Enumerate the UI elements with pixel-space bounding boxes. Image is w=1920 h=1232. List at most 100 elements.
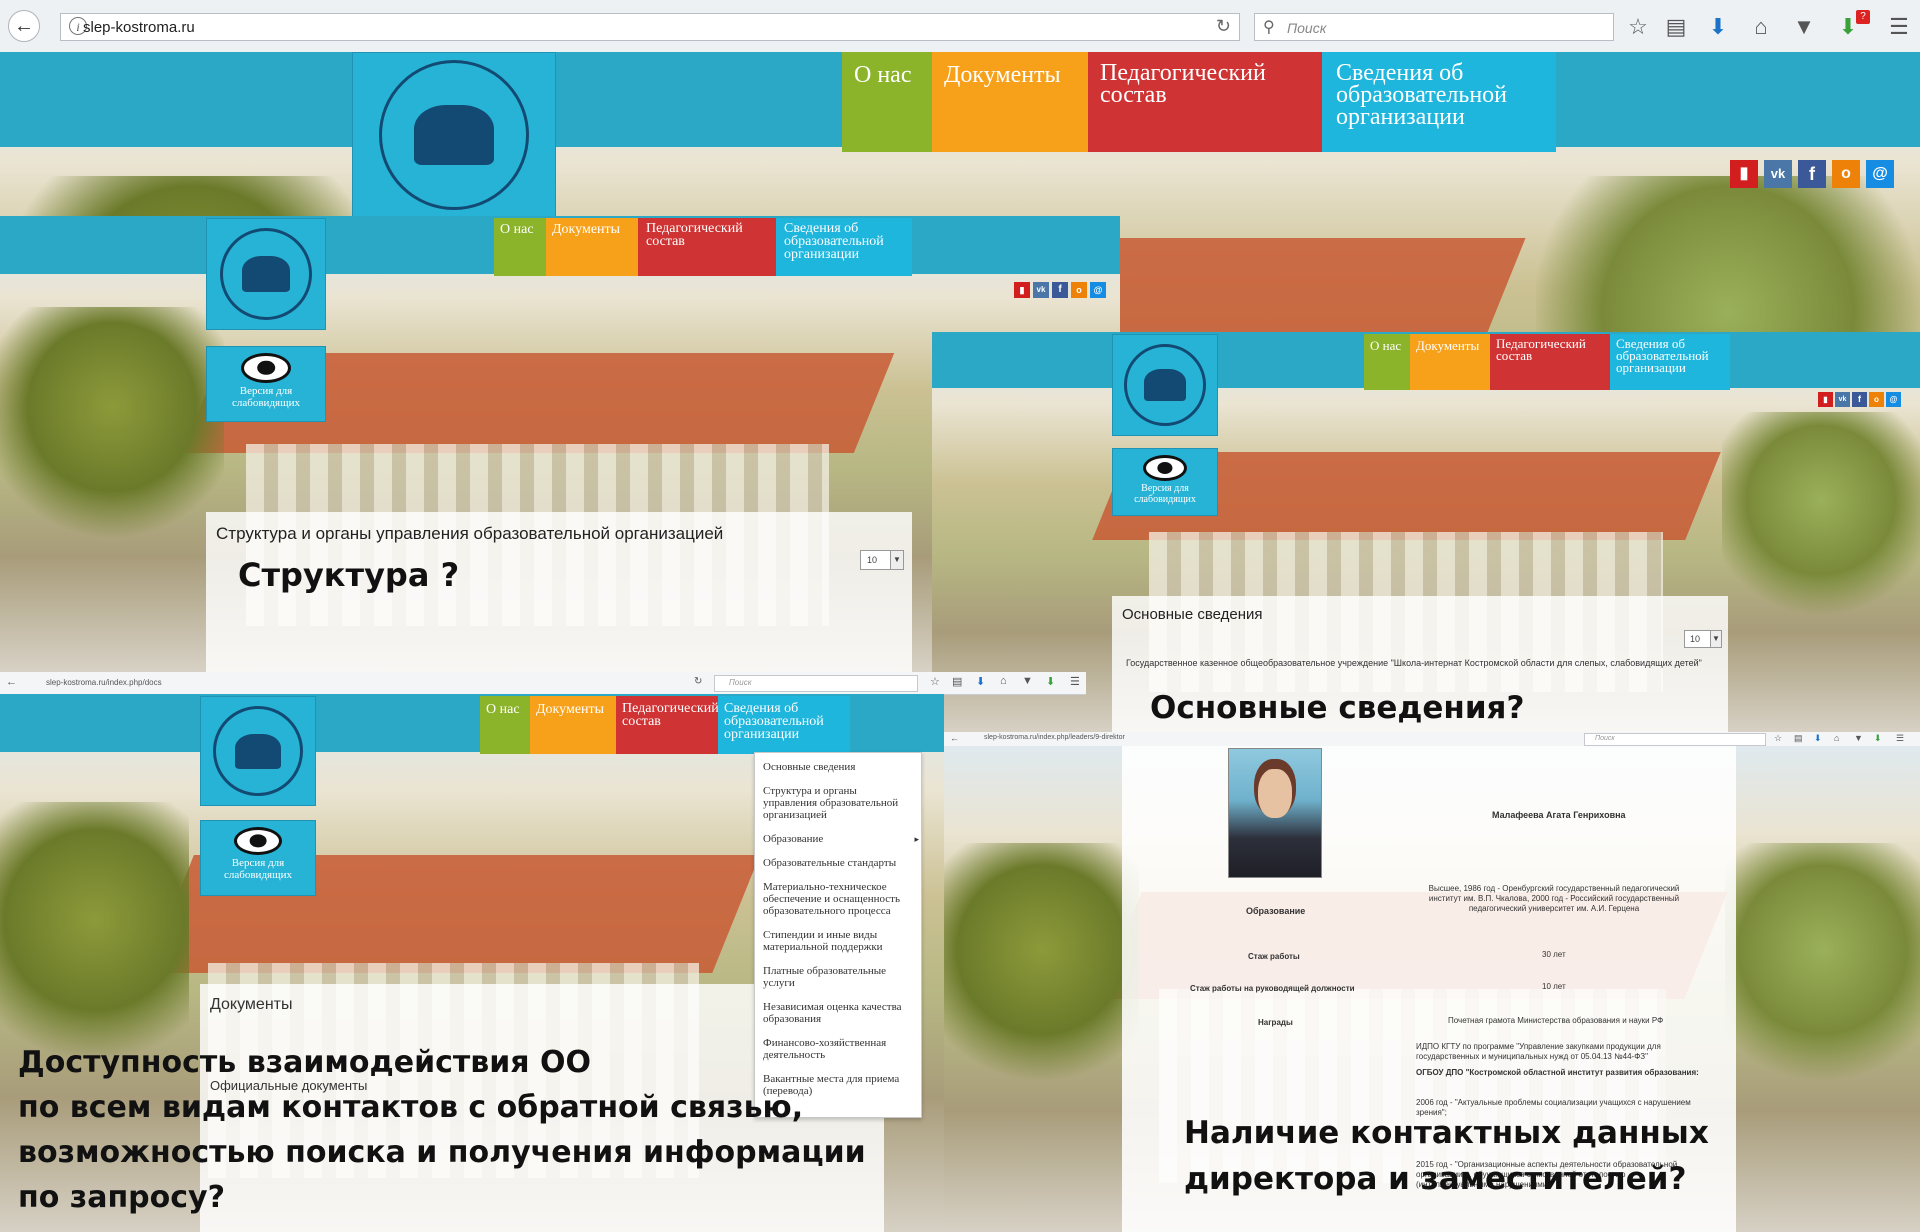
select-value: 10	[867, 555, 878, 565]
bookmark-star-icon[interactable]: ☆	[1774, 733, 1782, 744]
basic-school-logo[interactable]	[1112, 334, 1218, 436]
nav-documents[interactable]: Документы	[530, 696, 616, 754]
bookmark-star-icon[interactable]: ☆	[930, 675, 940, 688]
eye-icon	[1143, 455, 1187, 481]
vk-icon[interactable]: vk	[1835, 392, 1850, 407]
docs-url: slep-kostroma.ru/index.php/docs	[46, 678, 162, 687]
library-icon[interactable]: ▤	[1662, 14, 1690, 40]
odnoklassniki-icon[interactable]: о	[1071, 282, 1087, 298]
pocket-icon[interactable]: ▼	[1790, 14, 1818, 40]
nav-info[interactable]: Сведения об образовательной организации	[1610, 334, 1730, 390]
nav-documents[interactable]: Документы	[932, 52, 1088, 152]
download-icon[interactable]: ⬇	[1814, 733, 1822, 744]
menu-icon[interactable]: ☰	[1885, 14, 1913, 40]
nav-staff[interactable]: Педагогический состав	[1088, 52, 1322, 152]
menu-icon[interactable]: ☰	[1070, 675, 1080, 688]
bookmark-share-icon[interactable]: ▮	[1730, 160, 1758, 188]
odnoklassniki-icon[interactable]: о	[1869, 392, 1884, 407]
trees-right	[1724, 843, 1920, 1111]
trees-right	[1722, 412, 1920, 632]
mailru-icon[interactable]: @	[1090, 282, 1106, 298]
nav-info[interactable]: Сведения об образовательной организации	[776, 218, 912, 276]
nav-about[interactable]: О нас	[1364, 334, 1410, 390]
library-icon[interactable]: ▤	[952, 675, 962, 688]
facebook-icon[interactable]: f	[1798, 160, 1826, 188]
director-url: slep-kostroma.ru/index.php/leaders/9-dir…	[984, 734, 1125, 741]
docs-heading: Документы	[210, 996, 293, 1013]
vk-icon[interactable]: vk	[1764, 160, 1792, 188]
menu-item[interactable]: Образовательные стандарты	[755, 857, 921, 869]
bookmark-star-icon[interactable]: ☆	[1624, 14, 1652, 40]
back-icon[interactable]: ←	[6, 676, 17, 688]
structure-limit-select[interactable]: 10 ▼	[860, 550, 904, 570]
director-browser-bar: ← slep-kostroma.ru/index.php/leaders/9-d…	[944, 732, 1920, 747]
menu-item[interactable]: Основные сведения	[755, 761, 921, 773]
search-placeholder: Поиск	[1287, 20, 1327, 36]
school-logo[interactable]	[352, 52, 556, 217]
facebook-icon[interactable]: f	[1052, 282, 1068, 298]
extension-icon[interactable]: ⬇	[1046, 675, 1055, 688]
reload-icon[interactable]: ↻	[694, 676, 702, 687]
nav-about[interactable]: О нас	[480, 696, 530, 754]
chevron-down-icon: ▼	[1710, 631, 1721, 647]
nav-about[interactable]: О нас	[842, 52, 932, 152]
vk-icon[interactable]: vk	[1033, 282, 1049, 298]
bookmark-share-icon[interactable]: ▮	[1014, 282, 1030, 298]
experience-label: Стаж работы	[1248, 952, 1300, 961]
bookmark-share-icon[interactable]: ▮	[1818, 392, 1833, 407]
awards-label: Награды	[1258, 1018, 1293, 1027]
basic-low-vision-button[interactable]: Версия для слабовидящих	[1112, 448, 1218, 516]
back-button[interactable]: ←	[8, 10, 40, 42]
menu-item[interactable]: Образование ▸	[755, 833, 921, 845]
download-icon[interactable]: ⬇	[976, 675, 985, 688]
library-icon[interactable]: ▤	[1794, 733, 1803, 744]
reload-icon[interactable]: ↻	[1216, 16, 1231, 37]
menu-icon[interactable]: ☰	[1896, 733, 1904, 744]
menu-item[interactable]: Структура и органы управления образовате…	[755, 785, 921, 821]
experience-value: 30 лет	[1542, 950, 1566, 959]
home-icon[interactable]: ⌂	[1834, 733, 1839, 743]
basic-org-name: Государственное казенное общеобразовател…	[1126, 658, 1702, 668]
structure-question: Структура ?	[238, 556, 460, 594]
director-search-placeholder: Поиск	[1595, 735, 1615, 742]
odnoklassniki-icon[interactable]: о	[1832, 160, 1860, 188]
basic-limit-select[interactable]: 10 ▼	[1684, 630, 1722, 648]
structure-school-logo[interactable]	[206, 218, 326, 330]
home-icon[interactable]: ⌂	[1747, 14, 1775, 40]
nav-staff[interactable]: Педагогический состав	[1490, 334, 1610, 390]
docs-low-vision-button[interactable]: Версия для слабовидящих	[200, 820, 316, 896]
browser-search-input[interactable]: ⚲ Поиск	[1254, 13, 1614, 41]
address-bar[interactable]: i slep-kostroma.ru ↻	[60, 13, 1240, 41]
facebook-icon[interactable]: f	[1852, 392, 1867, 407]
pocket-icon[interactable]: ▼	[1854, 733, 1863, 743]
docs-school-logo[interactable]	[200, 696, 316, 806]
download-icon[interactable]: ⬇	[1704, 14, 1732, 40]
nav-info-active[interactable]: Сведения об образовательной организации	[718, 696, 850, 754]
mailru-icon[interactable]: @	[1866, 160, 1894, 188]
nav-documents[interactable]: Документы	[1410, 334, 1490, 390]
nav-staff[interactable]: Педагогический состав	[616, 696, 719, 754]
nav-staff[interactable]: Педагогический состав	[638, 218, 776, 276]
docs-nav: О нас Документы Педагогический состав Св…	[480, 696, 850, 754]
home-icon[interactable]: ⌂	[1000, 675, 1007, 687]
docs-search-placeholder: Поиск	[729, 678, 752, 687]
extension-icon[interactable]: ⬇	[1874, 733, 1882, 744]
structure-heading: Структура и органы управления образовате…	[216, 524, 724, 543]
eye-icon	[241, 353, 291, 383]
menu-item[interactable]: Стипендии и иные виды материальной подде…	[755, 929, 921, 953]
nav-documents[interactable]: Документы	[546, 218, 638, 276]
structure-low-vision-button[interactable]: Версия для слабовидящих	[206, 346, 326, 422]
menu-item[interactable]: Независимая оценка качества образования	[755, 1001, 921, 1025]
basic-heading: Основные сведения	[1122, 606, 1263, 623]
menu-item[interactable]: Материально-техническое обеспечение и ос…	[755, 881, 921, 917]
mailru-icon[interactable]: @	[1886, 392, 1901, 407]
menu-item[interactable]: Платные образовательные услуги	[755, 965, 921, 989]
nav-about[interactable]: О нас	[494, 218, 546, 276]
back-icon[interactable]: ←	[950, 733, 959, 743]
docs-browser-bar: ← slep-kostroma.ru/index.php/docs ↻ Поис…	[0, 672, 1086, 695]
pocket-icon[interactable]: ▼	[1022, 675, 1033, 687]
director-search-input[interactable]: Поиск	[1584, 733, 1766, 746]
nav-info[interactable]: Сведения об образовательной организации	[1322, 52, 1556, 152]
social-buttons: ▮ vk f о @	[1730, 160, 1894, 188]
docs-search-input[interactable]: Поиск	[714, 675, 918, 692]
